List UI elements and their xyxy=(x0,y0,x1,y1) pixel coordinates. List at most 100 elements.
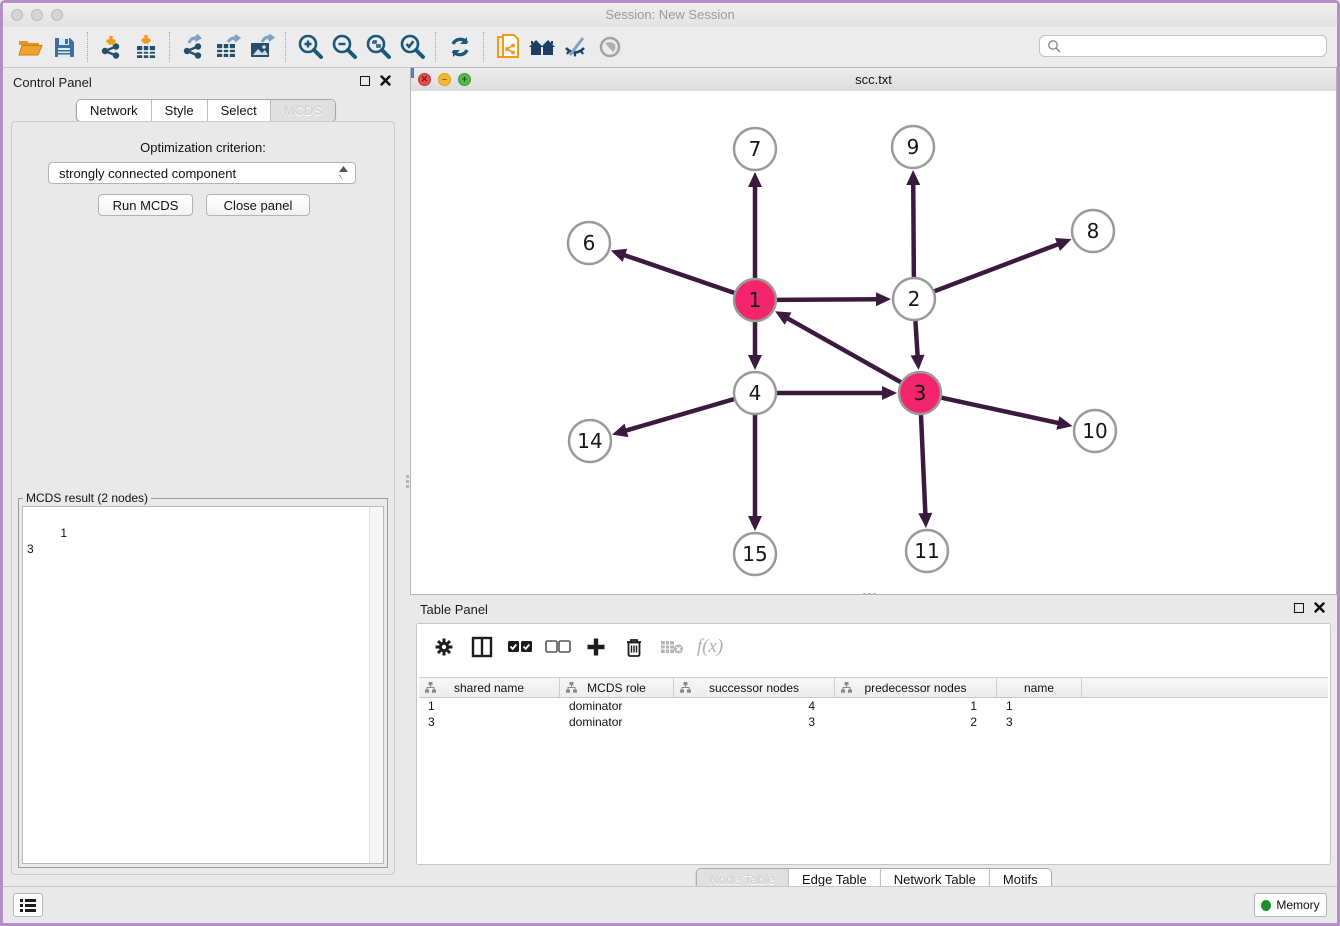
zoom-fit-button[interactable] xyxy=(361,31,395,63)
table-cell: 1 xyxy=(835,698,997,714)
mcds-result-textarea[interactable]: 1 3 xyxy=(22,506,384,864)
new-session-from-network-button[interactable] xyxy=(491,31,525,63)
graph-edge-3-10[interactable] xyxy=(941,398,1060,424)
main-toolbar xyxy=(3,27,1337,68)
export-table-button[interactable] xyxy=(211,31,245,63)
delete-table-button[interactable] xyxy=(655,630,689,664)
column-header-predecessor-nodes[interactable]: predecessor nodes xyxy=(835,678,997,697)
node-table: shared nameMCDS rolesuccessor nodesprede… xyxy=(419,677,1328,864)
run-mcds-button[interactable]: Run MCDS xyxy=(98,194,193,216)
save-floppy-icon xyxy=(52,35,76,59)
show-column-panel-button[interactable] xyxy=(465,630,499,664)
delete-column-button[interactable] xyxy=(617,630,651,664)
result-scrollbar[interactable] xyxy=(369,507,383,863)
plus-icon xyxy=(586,637,606,657)
tab-mcds[interactable]: MCDS xyxy=(270,100,335,121)
table-body: 1dominator4113dominator323 xyxy=(419,698,1328,730)
apply-function-button[interactable]: f(x) xyxy=(693,630,727,664)
column-header-filler xyxy=(1082,678,1328,697)
network-canvas[interactable]: 7968124314101511 xyxy=(411,91,1336,594)
table-panel-title: Table Panel xyxy=(420,602,488,617)
float-panel-icon[interactable] xyxy=(360,76,370,86)
toolbar-separator xyxy=(435,32,437,62)
graph-edge-arrow-3-10 xyxy=(1056,416,1072,430)
import-table-button[interactable] xyxy=(129,31,163,63)
graph-node-label-4: 4 xyxy=(749,381,762,405)
graph-node-label-15: 15 xyxy=(742,542,767,566)
shared-column-icon xyxy=(566,682,577,693)
network-view-window: ✕ – + scc.txt 7968124314101511 xyxy=(410,67,1337,595)
network-window-titlebar[interactable]: ✕ – + scc.txt xyxy=(411,68,1336,92)
graph-edge-3-1[interactable] xyxy=(785,317,900,382)
unselect-all-columns-button[interactable] xyxy=(541,630,575,664)
open-session-button[interactable] xyxy=(13,31,47,63)
unchecked-boxes-icon xyxy=(545,640,571,654)
close-panel-icon[interactable] xyxy=(380,75,391,86)
criterion-select[interactable]: strongly connected component xyxy=(48,162,356,184)
graph-edge-4-14[interactable] xyxy=(624,399,734,431)
graph-edge-1-2[interactable] xyxy=(777,299,879,300)
zoom-out-button[interactable] xyxy=(327,31,361,63)
optimization-criterion-label: Optimization criterion: xyxy=(12,140,394,155)
search-container xyxy=(1039,35,1327,57)
task-history-button[interactable] xyxy=(13,893,43,917)
gear-icon xyxy=(434,637,454,657)
export-network-icon xyxy=(181,34,207,60)
float-panel-icon[interactable] xyxy=(1294,603,1304,613)
select-all-columns-button[interactable] xyxy=(503,630,537,664)
toolbar-separator xyxy=(87,32,89,62)
close-panel-icon[interactable] xyxy=(1314,602,1325,613)
table-header-row: shared nameMCDS rolesuccessor nodesprede… xyxy=(419,677,1328,698)
graph-edge-3-11[interactable] xyxy=(921,415,925,516)
import-network-button[interactable] xyxy=(95,31,129,63)
graph-edge-1-6[interactable] xyxy=(622,254,734,292)
graph-edge-2-9[interactable] xyxy=(913,182,914,277)
close-panel-button[interactable]: Close panel xyxy=(206,194,310,216)
table-settings-button[interactable] xyxy=(427,630,461,664)
memory-button[interactable]: Memory xyxy=(1254,893,1327,917)
memory-status-icon xyxy=(1261,900,1271,911)
graph-node-label-9: 9 xyxy=(907,135,920,159)
export-table-icon xyxy=(214,34,242,60)
search-input[interactable] xyxy=(1039,35,1327,57)
add-column-button[interactable] xyxy=(579,630,613,664)
delete-table-icon xyxy=(660,639,684,655)
table-cell: dominator xyxy=(560,698,674,714)
checked-boxes-icon xyxy=(507,640,533,654)
show-panels-button[interactable] xyxy=(593,31,627,63)
hide-panels-button[interactable] xyxy=(559,31,593,63)
graph-edge-arrow-4-3 xyxy=(882,386,897,400)
export-network-button[interactable] xyxy=(177,31,211,63)
graph-edge-arrow-4-15 xyxy=(748,516,762,531)
tab-select[interactable]: Select xyxy=(207,100,270,121)
column-header-shared-name[interactable]: shared name xyxy=(419,678,560,697)
table-panel: Table Panel xyxy=(410,595,1337,887)
column-header-name[interactable]: name xyxy=(997,678,1082,697)
refresh-button[interactable] xyxy=(443,31,477,63)
application-window: Session: New Session xyxy=(0,0,1340,926)
table-cell: 3 xyxy=(419,714,560,730)
graph-node-label-14: 14 xyxy=(577,429,602,453)
home-button[interactable] xyxy=(525,31,559,63)
column-header-successor-nodes[interactable]: successor nodes xyxy=(674,678,835,697)
save-session-button[interactable] xyxy=(47,31,81,63)
table-row[interactable]: 1dominator411 xyxy=(419,698,1328,714)
control-panel-controls xyxy=(360,75,391,86)
table-row[interactable]: 3dominator323 xyxy=(419,714,1328,730)
export-image-button[interactable] xyxy=(245,31,279,63)
zoom-selected-icon xyxy=(398,33,426,61)
tab-network[interactable]: Network xyxy=(77,100,151,121)
tab-style[interactable]: Style xyxy=(151,100,207,121)
split-columns-icon xyxy=(471,636,493,658)
graph-edge-arrow-2-3 xyxy=(911,355,925,370)
graph-edge-2-8[interactable] xyxy=(935,243,1061,291)
zoom-in-button[interactable] xyxy=(293,31,327,63)
table-cell: 2 xyxy=(835,714,997,730)
graph-edge-2-3[interactable] xyxy=(915,321,917,358)
graph-edge-arrow-3-11 xyxy=(918,513,932,528)
vertical-splitter-handle[interactable] xyxy=(406,475,409,488)
column-header-MCDS-role[interactable]: MCDS role xyxy=(560,678,674,697)
graph-edge-arrow-1-7 xyxy=(748,172,762,187)
zoom-selected-button[interactable] xyxy=(395,31,429,63)
graph-node-label-1: 1 xyxy=(749,288,762,312)
